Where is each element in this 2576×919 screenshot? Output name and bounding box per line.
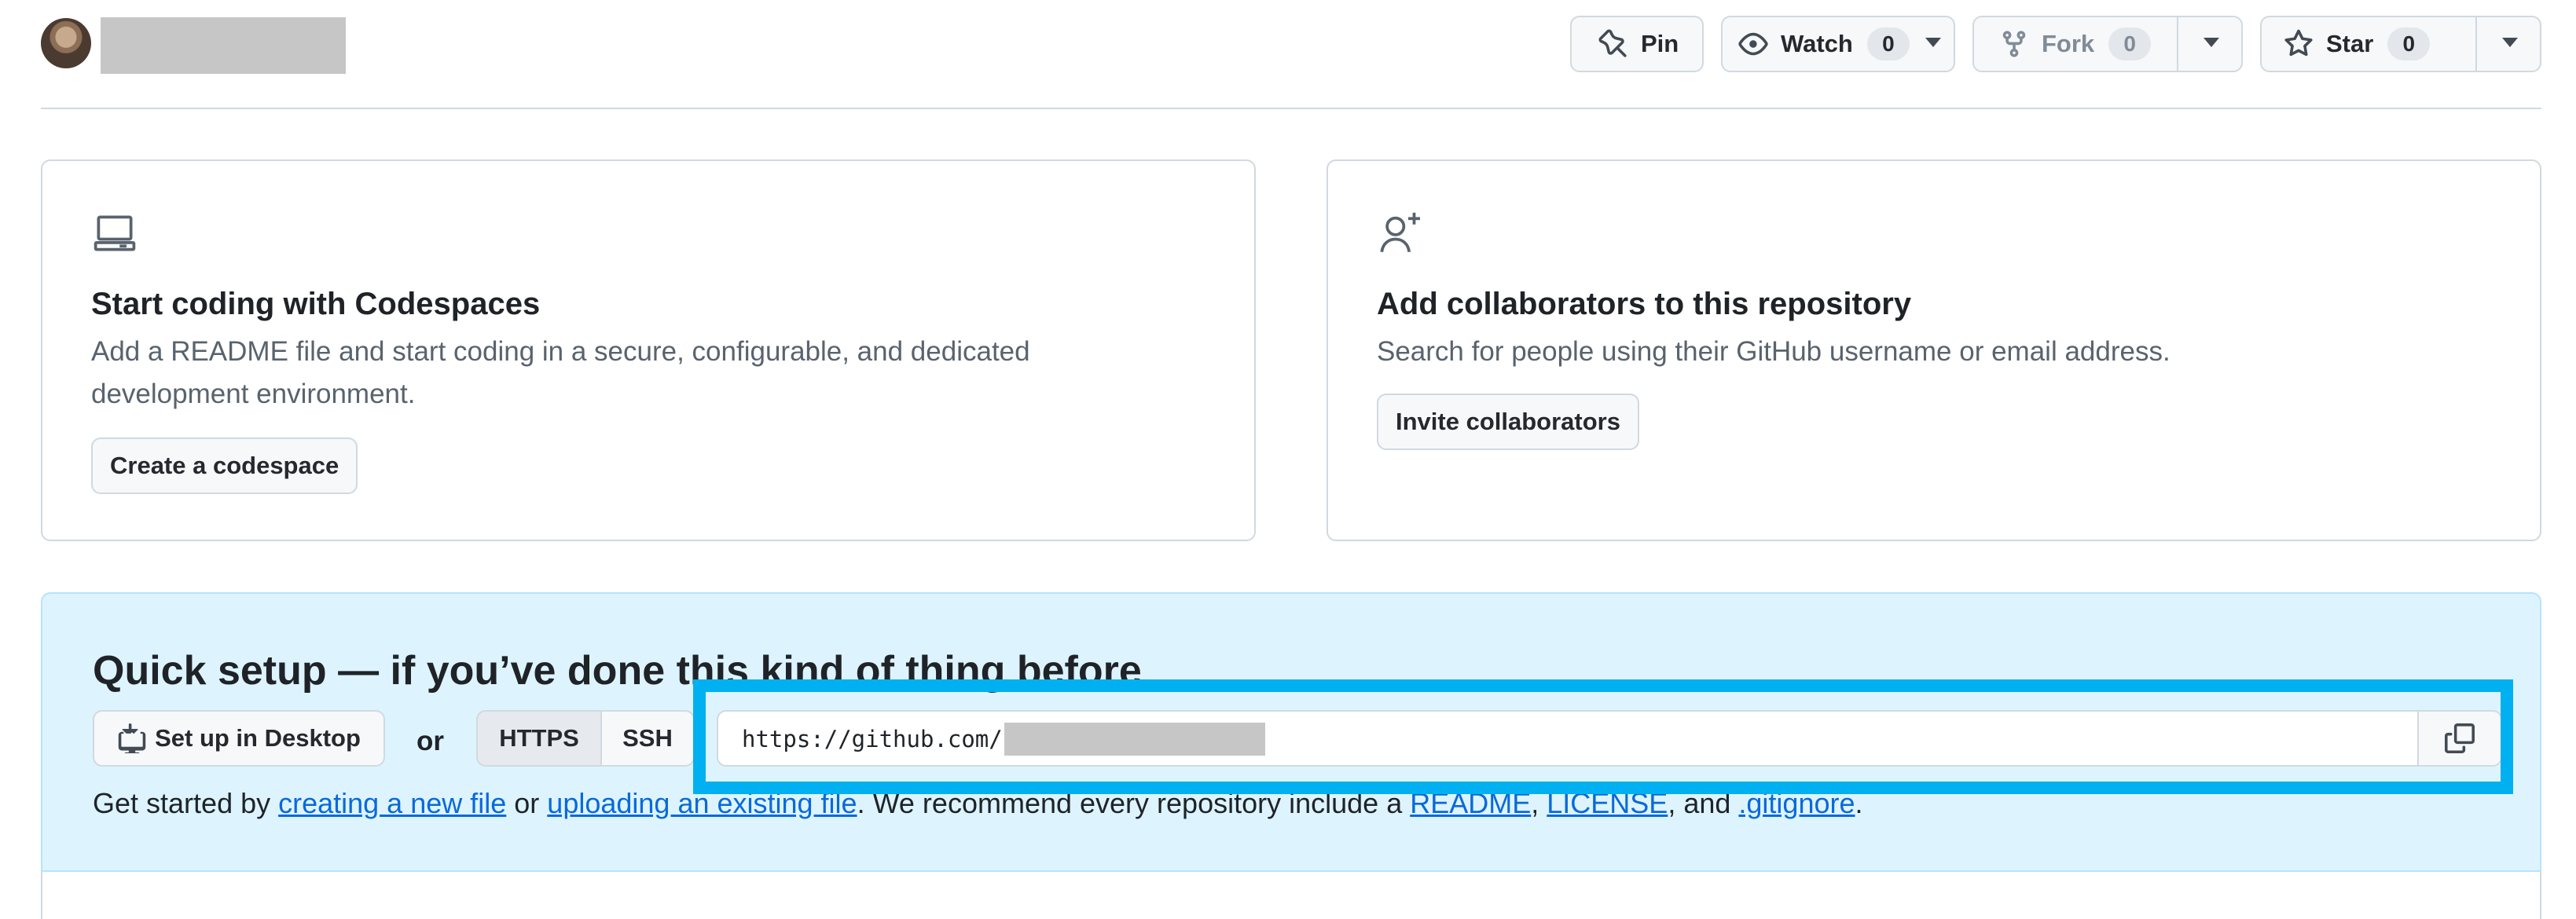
- collaborators-description: Search for people using their GitHub use…: [1377, 336, 2171, 367]
- star-divider: [2475, 17, 2477, 71]
- collaborators-card: Add collaborators to this repository Sea…: [1327, 159, 2541, 541]
- create-codespace-button[interactable]: Create a codespace: [91, 438, 358, 494]
- repo-header: Pin Watch 0 Fork 0 Star 0: [41, 16, 2541, 74]
- codespaces-card: Start coding with Codespaces Add a READM…: [41, 159, 1256, 541]
- watch-button[interactable]: Watch 0: [1721, 16, 1917, 72]
- star-count: 0: [2387, 27, 2431, 60]
- or-label: or: [416, 726, 444, 756]
- setup-desktop-label: Set up in Desktop: [155, 724, 361, 752]
- fork-split-button: Fork 0: [1972, 16, 2243, 72]
- fork-divider: [2177, 17, 2178, 71]
- get-started-prefix: Get started by: [93, 787, 279, 819]
- repo-name-redacted: [101, 17, 346, 74]
- eye-icon: [1738, 32, 1768, 56]
- protocol-https-button[interactable]: HTTPS: [476, 710, 602, 767]
- fork-icon: [2002, 31, 2026, 57]
- fork-dropdown-caret[interactable]: [2204, 38, 2219, 47]
- fork-label: Fork: [2042, 30, 2095, 57]
- star-icon: [2284, 29, 2313, 57]
- pin-icon: [1598, 29, 1627, 57]
- pin-button[interactable]: Pin: [1570, 16, 1704, 72]
- header-divider: [41, 108, 2541, 109]
- watch-dropdown-caret[interactable]: [1925, 38, 1941, 47]
- star-dropdown-caret[interactable]: [2502, 38, 2518, 47]
- owner-avatar[interactable]: [41, 18, 91, 68]
- codespaces-title: Start coding with Codespaces: [91, 287, 541, 321]
- setup-desktop-button[interactable]: Set up in Desktop: [93, 710, 385, 767]
- star-split-button: Star 0: [2260, 16, 2541, 72]
- watch-split-button: Watch 0: [1721, 16, 1955, 72]
- star-label: Star: [2326, 30, 2374, 57]
- desktop-download-icon: [118, 723, 146, 753]
- content-container-continuation: [41, 872, 2541, 919]
- codespaces-icon: [94, 215, 136, 251]
- person-add-icon: [1380, 212, 1420, 253]
- collaborators-title: Add collaborators to this repository: [1377, 287, 1912, 321]
- creating-new-file-link[interactable]: creating a new file: [278, 787, 506, 819]
- codespaces-description: Add a README file and start coding in a …: [91, 336, 1030, 409]
- invite-collaborators-button[interactable]: Invite collaborators: [1377, 394, 1639, 450]
- protocol-ssh-button[interactable]: SSH: [600, 710, 695, 767]
- watch-count: 0: [1866, 27, 1910, 60]
- get-started-mid1: or: [506, 787, 548, 819]
- fork-count: 0: [2108, 27, 2152, 60]
- clone-url-highlight: [693, 679, 2513, 794]
- star-button[interactable]: Star 0: [2260, 16, 2474, 72]
- pin-label: Pin: [1641, 30, 1679, 57]
- watch-label: Watch: [1781, 30, 1853, 57]
- fork-button[interactable]: Fork 0: [1972, 16, 2177, 72]
